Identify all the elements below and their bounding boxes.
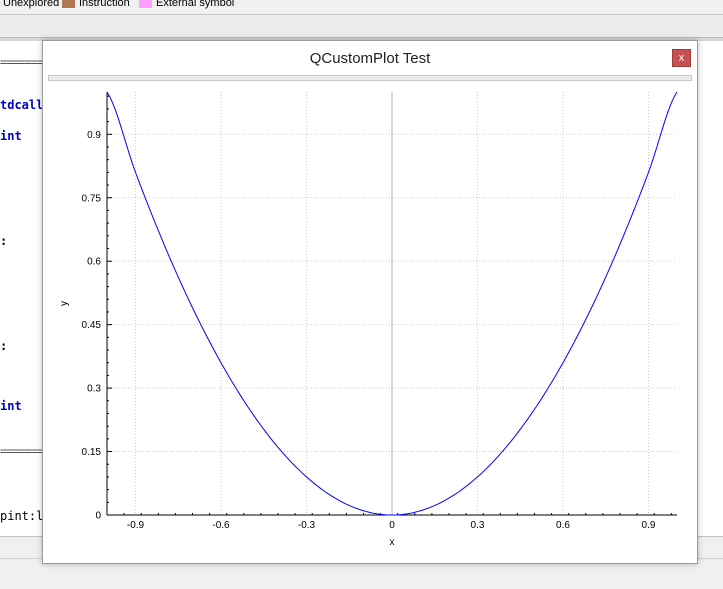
legend-swatch <box>62 0 75 8</box>
legend-bar: Unexplored Instruction External symbol <box>0 0 723 15</box>
legend-label: Unexplored <box>3 0 60 9</box>
ticks: -0.9 -0.6 -0.3 0 0.3 0.6 0.9 0 0.15 0.3 0.45 0.6 0.7… <box>82 95 672 531</box>
y-tick-label: 0.75 <box>82 193 102 204</box>
code-line[interactable]: int <box>0 399 22 413</box>
x-tick-label: 0.3 <box>471 520 485 531</box>
y-tick-label: 0.45 <box>82 320 102 331</box>
code-line[interactable]: : <box>0 234 7 248</box>
code-line[interactable]: tdcall <box>0 98 43 112</box>
x-tick-label: -0.3 <box>298 520 316 531</box>
legend-item-unexplored: Unexplored <box>0 0 59 10</box>
x-tick-label: 0 <box>389 520 395 531</box>
x-tick-label: -0.9 <box>127 520 145 531</box>
y-tick-label: 0.15 <box>82 447 102 458</box>
legend-label: Instruction <box>79 0 130 9</box>
y-tick-label: 0.6 <box>87 257 101 268</box>
legend-item-external-symbol: External symbol <box>139 0 234 10</box>
plot-area[interactable]: -0.9 -0.6 -0.3 0 0.3 0.6 0.9 0 0.15 0.3 0.45 0.6 0.7… <box>43 41 697 563</box>
x-tick-label: -0.6 <box>212 520 230 531</box>
legend-swatch <box>139 0 152 8</box>
toolbar-strip <box>0 15 723 38</box>
grid <box>107 92 677 515</box>
y-tick-label: 0.3 <box>87 384 101 395</box>
code-line[interactable]: int <box>0 129 22 143</box>
y-tick-label: 0 <box>95 511 101 522</box>
code-line[interactable]: : <box>0 339 7 353</box>
y-axis-label: y <box>59 301 70 306</box>
x-tick-label: 0.9 <box>642 520 656 531</box>
legend-label: External symbol <box>156 0 235 9</box>
x-tick-label: 0.6 <box>556 520 570 531</box>
y-tick-label: 0.9 <box>87 130 101 141</box>
plot-dialog: QCustomPlot Test x -0.9 -0.6 -0.3 0 0.3 0.6 0.… <box>42 40 698 564</box>
legend-item-instruction: Instruction <box>62 0 130 10</box>
x-axis-label: x <box>390 537 395 548</box>
